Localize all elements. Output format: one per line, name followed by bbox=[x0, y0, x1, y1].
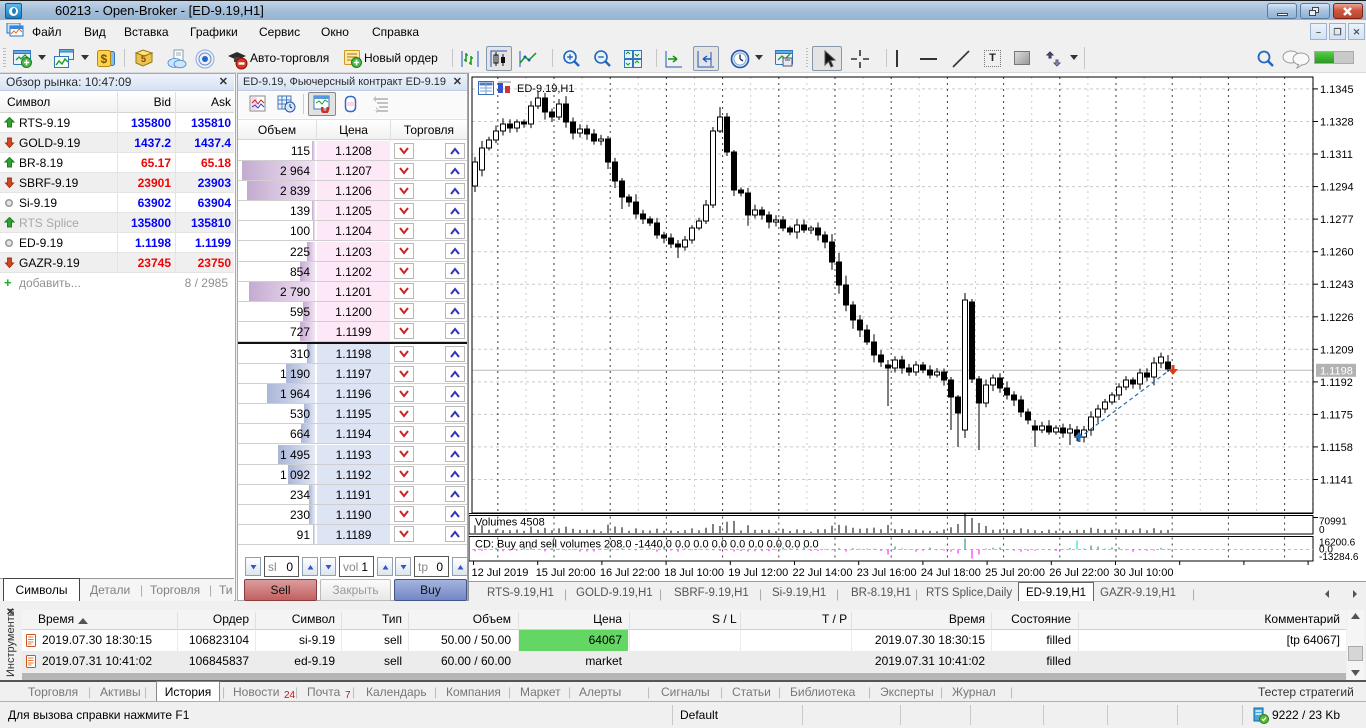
svg-text:23 Jul 16:00: 23 Jul 16:00 bbox=[857, 567, 917, 579]
svg-text:$: $ bbox=[101, 52, 108, 66]
svg-text:1.1198: 1.1198 bbox=[1320, 365, 1353, 377]
svg-text:ED-9.19,H1: ED-9.19,H1 bbox=[517, 83, 574, 95]
svg-text:15 Jul 20:00: 15 Jul 20:00 bbox=[536, 567, 596, 579]
svg-text:1.1345: 1.1345 bbox=[1320, 84, 1354, 96]
svg-text:CD: Buy and sell volumes 208.: CD: Buy and sell volumes 208.0 -1440.0 0… bbox=[475, 539, 819, 551]
svg-text:16 Jul 22:00: 16 Jul 22:00 bbox=[600, 567, 660, 579]
svg-text:1.1277: 1.1277 bbox=[1320, 214, 1354, 226]
svg-text:25 Jul 20:00: 25 Jul 20:00 bbox=[985, 567, 1045, 579]
svg-text:24 Jul 18:00: 24 Jul 18:00 bbox=[921, 567, 981, 579]
svg-text:1.1158: 1.1158 bbox=[1320, 442, 1353, 454]
svg-text:18 Jul 10:00: 18 Jul 10:00 bbox=[664, 567, 724, 579]
svg-text:Volumes 4508: Volumes 4508 bbox=[475, 517, 545, 529]
svg-text:30 Jul 10:00: 30 Jul 10:00 bbox=[1114, 567, 1174, 579]
svg-text:1.1311: 1.1311 bbox=[1320, 149, 1353, 161]
svg-text:-13284.6: -13284.6 bbox=[1319, 552, 1359, 563]
svg-text:12 Jul 2019: 12 Jul 2019 bbox=[472, 567, 529, 579]
svg-text:1.1243: 1.1243 bbox=[1320, 279, 1354, 291]
svg-text:1.1209: 1.1209 bbox=[1320, 344, 1354, 356]
svg-text:5: 5 bbox=[141, 54, 146, 64]
svg-text:1.1175: 1.1175 bbox=[1320, 409, 1353, 421]
svg-text:1.1226: 1.1226 bbox=[1320, 312, 1354, 324]
svg-text:19 Jul 12:00: 19 Jul 12:00 bbox=[728, 567, 788, 579]
svg-text:1.1141: 1.1141 bbox=[1320, 475, 1353, 487]
svg-text:1.1192: 1.1192 bbox=[1320, 377, 1353, 389]
svg-text:0: 0 bbox=[1319, 525, 1325, 536]
svg-text:1.1260: 1.1260 bbox=[1320, 247, 1354, 259]
svg-text:26 Jul 22:00: 26 Jul 22:00 bbox=[1049, 567, 1109, 579]
svg-text:1.1328: 1.1328 bbox=[1320, 117, 1354, 129]
svg-text:22 Jul 14:00: 22 Jul 14:00 bbox=[793, 567, 853, 579]
svg-text:1.1294: 1.1294 bbox=[1320, 182, 1354, 194]
